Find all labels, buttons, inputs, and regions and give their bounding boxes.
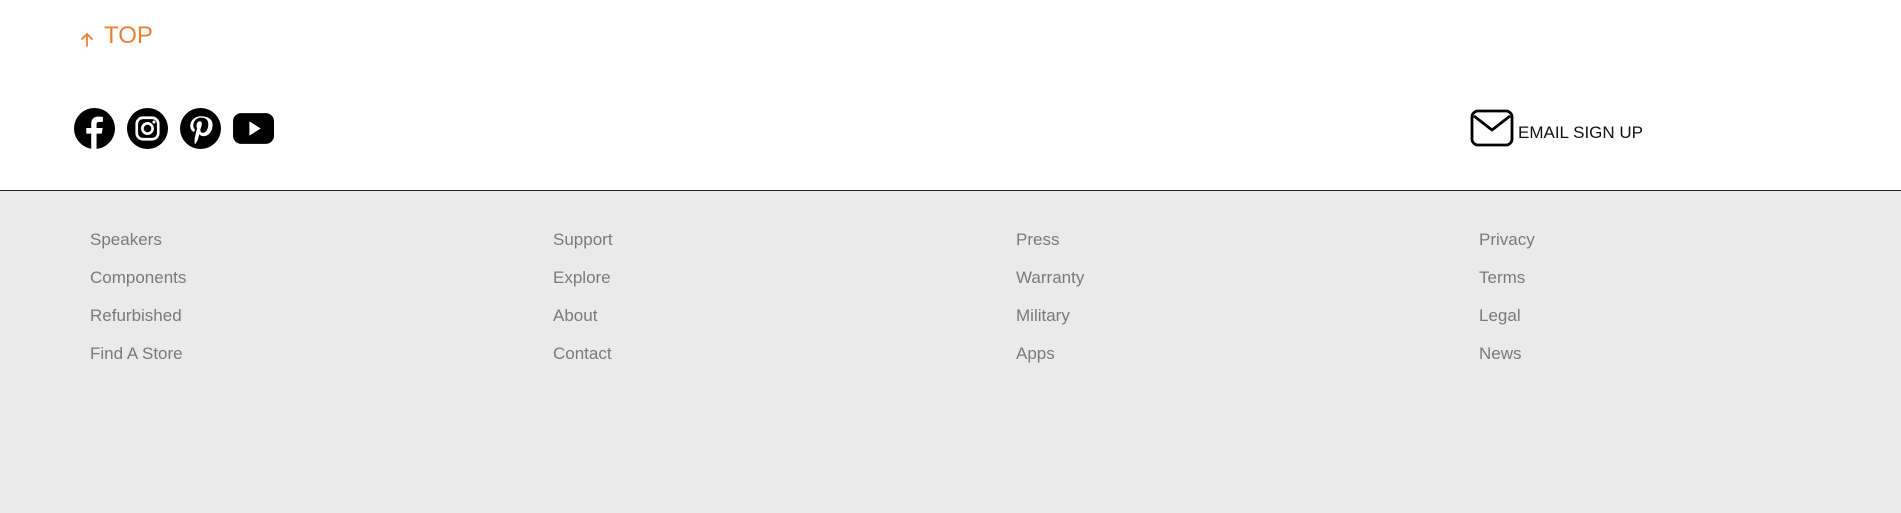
footer-link-components[interactable]: Components xyxy=(90,267,186,288)
facebook-icon[interactable] xyxy=(74,108,115,149)
footer-links: Speakers Components Refurbished Find A S… xyxy=(0,191,1901,513)
footer-link-privacy[interactable]: Privacy xyxy=(1479,229,1535,250)
envelope-icon xyxy=(1470,109,1514,147)
footer-link-speakers[interactable]: Speakers xyxy=(90,229,186,250)
email-signup-link[interactable]: EMAIL SIGN UP xyxy=(1470,109,1643,147)
footer-link-warranty[interactable]: Warranty xyxy=(1016,267,1084,288)
footer-column-2: Support Explore About Contact xyxy=(553,229,613,364)
footer-link-find-a-store[interactable]: Find A Store xyxy=(90,343,186,364)
footer-column-4: Privacy Terms Legal News xyxy=(1479,229,1535,364)
footer-column-1: Speakers Components Refurbished Find A S… xyxy=(90,229,186,364)
footer-link-terms[interactable]: Terms xyxy=(1479,267,1535,288)
email-signup-label: EMAIL SIGN UP xyxy=(1518,123,1644,142)
footer-link-press[interactable]: Press xyxy=(1016,229,1084,250)
footer-link-legal[interactable]: Legal xyxy=(1479,305,1535,326)
youtube-icon[interactable] xyxy=(233,108,274,149)
pinterest-icon[interactable] xyxy=(180,108,221,149)
footer-column-3: Press Warranty Military Apps xyxy=(1016,229,1084,364)
social-links xyxy=(74,108,274,149)
instagram-icon[interactable] xyxy=(127,108,168,149)
footer-link-contact[interactable]: Contact xyxy=(553,343,613,364)
footer-link-explore[interactable]: Explore xyxy=(553,267,613,288)
footer-link-refurbished[interactable]: Refurbished xyxy=(90,305,186,326)
arrow-up-icon xyxy=(78,27,96,47)
footer-link-military[interactable]: Military xyxy=(1016,305,1084,326)
footer-link-news[interactable]: News xyxy=(1479,343,1535,364)
footer-link-about[interactable]: About xyxy=(553,305,613,326)
footer-link-support[interactable]: Support xyxy=(553,229,613,250)
top-section: TOP EMAIL SIGN UP xyxy=(0,0,1901,191)
back-to-top-link[interactable]: TOP xyxy=(78,22,153,50)
back-to-top-label: TOP xyxy=(104,22,153,49)
footer-link-apps[interactable]: Apps xyxy=(1016,343,1084,364)
page: TOP EMAIL SIGN UP Speakers Components Re… xyxy=(0,0,1901,513)
